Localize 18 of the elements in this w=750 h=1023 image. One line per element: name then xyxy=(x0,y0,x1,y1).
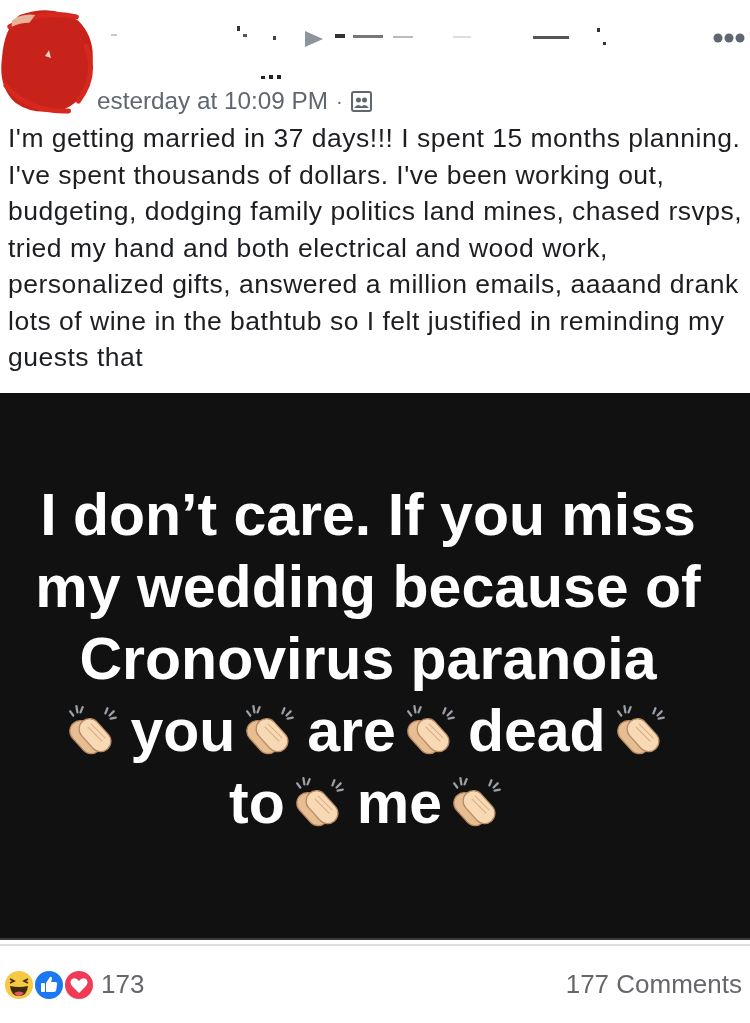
more-icon[interactable] xyxy=(713,33,745,43)
image-caption-text: my wedding because of xyxy=(35,554,701,620)
post-timestamp[interactable]: esterday at 10:09 PM xyxy=(97,87,328,115)
image-caption-text: Cronovirus paranoia xyxy=(79,626,657,692)
group-icon xyxy=(350,90,372,112)
thumbs-up-icon xyxy=(33,968,65,1001)
image-caption-text: me xyxy=(356,770,442,836)
image-caption-text: are xyxy=(307,698,396,764)
reaction-count[interactable]: 173 xyxy=(101,969,145,1000)
image-caption-text: dead xyxy=(467,698,606,764)
separator-dot: · xyxy=(335,89,343,113)
right-caret-icon xyxy=(305,31,323,47)
comments-link[interactable]: 177 Comments xyxy=(565,969,742,1000)
image-caption-text: you xyxy=(130,698,236,764)
image-caption-text: to xyxy=(229,770,285,836)
laughing-face-icon xyxy=(3,968,35,1001)
image-caption-text: I don’t care. If you miss xyxy=(40,482,696,548)
post-text: I'm getting married in 37 days!!! I spent 15 months planning. I've spent thousands of dollars. I've been working out, budgeting, dodging family politics land mines, chased rsvps, tried my hand and both electrical and wood work, personalized gifts, answered a million emails, aaaand drank lots of wine in the bathtub so I felt justified in reminding my guests that xyxy=(7,122,744,374)
